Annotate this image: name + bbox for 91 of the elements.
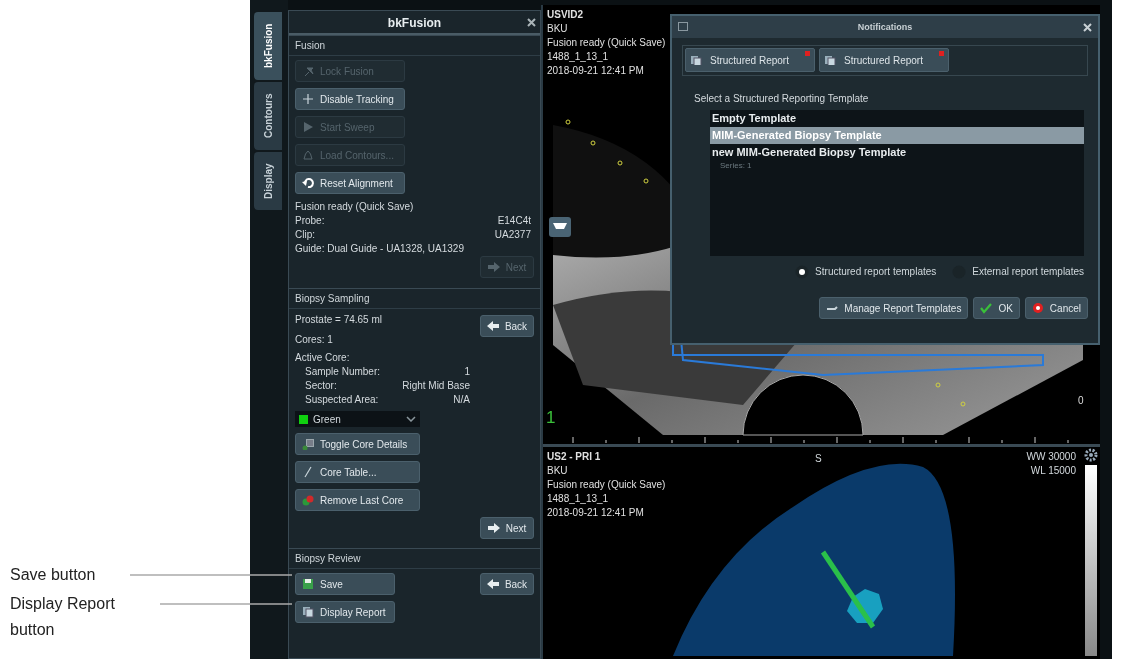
pin-icon xyxy=(302,65,314,77)
section-header: Fusion xyxy=(289,36,540,56)
record-icon xyxy=(1031,302,1044,314)
template-item[interactable]: Empty Template xyxy=(710,110,1084,127)
cores-count: Cores: 1 xyxy=(295,333,334,347)
arrow-left-icon xyxy=(486,321,499,331)
radio-button[interactable] xyxy=(795,264,810,279)
action-button[interactable]: Disable Tracking xyxy=(295,88,405,110)
info-value: E14C4t xyxy=(497,214,531,228)
floppy-icon xyxy=(302,578,314,590)
close-marker[interactable] xyxy=(939,51,944,56)
info-label: Probe: xyxy=(295,214,325,228)
close-icon[interactable] xyxy=(1083,23,1092,32)
side-tab[interactable]: bkFusion xyxy=(254,12,282,80)
slash-icon xyxy=(302,466,314,478)
overlay-text: Fusion ready (Quick Save) xyxy=(547,36,666,50)
template-item[interactable]: new MIM-Generated Biopsy Template xyxy=(710,144,1084,161)
active-core-label: Active Core: xyxy=(295,351,351,365)
documents-icon xyxy=(690,55,704,65)
template-subtitle: Series: 1 xyxy=(719,161,753,171)
report-tab[interactable]: Structured Report xyxy=(685,48,815,72)
overlay-text: BKU xyxy=(547,464,569,478)
action-button[interactable]: Core Table... xyxy=(295,461,420,483)
manage-templates-button[interactable]: Manage Report Templates xyxy=(819,297,969,319)
arrow-right-icon xyxy=(487,523,500,533)
overlay-text: 2018-09-21 12:41 PM xyxy=(547,506,645,520)
detail-label: Sector: xyxy=(305,379,337,393)
overlay-text: 1488_1_13_1 xyxy=(547,492,610,506)
section-header: Biopsy Sampling xyxy=(289,289,540,309)
action-button[interactable]: Remove Last Core xyxy=(295,489,420,511)
documents-icon xyxy=(824,55,838,65)
save-button[interactable]: Save xyxy=(295,573,395,595)
ok-button[interactable]: OK xyxy=(973,297,1020,319)
action-button[interactable]: Reset Alignment xyxy=(295,172,405,194)
cancel-button[interactable]: Cancel xyxy=(1024,297,1088,319)
cores-icon xyxy=(302,494,314,506)
radio-label: External report templates xyxy=(972,265,1084,279)
info-value: UA2377 xyxy=(494,228,531,242)
template-list[interactable]: Empty Template MIM-Generated Biopsy Template new MIM-Generated Biopsy Template Series: 1 xyxy=(710,110,1084,256)
callout-label: Save button xyxy=(10,565,97,585)
report-tab[interactable]: Structured Report xyxy=(819,48,949,72)
overlay-text: US2 - PRI 1 xyxy=(547,450,602,464)
window-icon xyxy=(678,22,688,31)
close-icon[interactable] xyxy=(527,18,536,27)
orientation-label: S xyxy=(815,452,822,466)
close-marker[interactable] xyxy=(805,51,810,56)
side-tab[interactable]: Display xyxy=(254,152,282,210)
detail-value: 1 xyxy=(464,365,470,379)
overlay-text: Fusion ready (Quick Save) xyxy=(547,478,666,492)
play-icon xyxy=(302,121,314,133)
action-button[interactable]: Toggle Core Details xyxy=(295,433,420,455)
panel-title: bkFusion xyxy=(387,16,442,30)
list-icon xyxy=(302,438,314,450)
window-level-text: WL 15000 xyxy=(1029,464,1076,478)
callout-label: Display Report button xyxy=(10,594,116,640)
marker-number: 1 xyxy=(546,407,556,429)
radio-label: Structured report templates xyxy=(815,265,937,279)
side-tab[interactable]: Contours xyxy=(254,82,282,150)
color-dropdown[interactable]: Green xyxy=(295,411,420,427)
back-button[interactable]: Back xyxy=(480,315,534,337)
dialog-title: Notifications xyxy=(857,22,913,32)
chevron-down-icon xyxy=(406,416,416,422)
dropdown-value: Green xyxy=(313,412,342,427)
probe-icon[interactable] xyxy=(549,217,571,237)
documents-icon xyxy=(302,606,314,618)
window-level-text: WW 30000 xyxy=(1026,450,1076,464)
gear-icon[interactable] xyxy=(1084,448,1098,462)
detail-label: Suspected Area: xyxy=(305,393,379,407)
check-icon xyxy=(980,302,993,314)
overlay-text: 2018-09-21 12:41 PM xyxy=(547,64,645,78)
detail-value: N/A xyxy=(453,393,470,407)
back-button[interactable]: Back xyxy=(480,573,534,595)
display-report-button[interactable]: Display Report xyxy=(295,601,395,623)
depth-label: 0 xyxy=(1078,394,1084,408)
section-header: Biopsy Review xyxy=(289,549,540,569)
prompt-text: Select a Structured Reporting Template xyxy=(694,92,870,106)
overlay-text: USVID2 xyxy=(547,8,585,22)
arrow-right-icon xyxy=(487,262,500,272)
prostate-volume: Prostate = 74.65 ml xyxy=(295,313,382,327)
detail-value: Right Mid Base xyxy=(402,379,470,393)
info-label: Clip: xyxy=(295,228,315,242)
bell-icon xyxy=(302,149,314,161)
overlay-text: 1488_1_13_1 xyxy=(547,50,610,64)
arrow-left-icon xyxy=(486,579,499,589)
guide-text: Guide: Dual Guide - UA1328, UA1329 xyxy=(295,242,465,256)
next-button[interactable]: Next xyxy=(480,517,534,539)
crosshair-icon xyxy=(302,93,314,105)
status-text: Fusion ready (Quick Save) xyxy=(295,200,415,214)
overlay-text: BKU xyxy=(547,22,569,36)
detail-label: Sample Number: xyxy=(305,365,381,379)
undo-icon xyxy=(302,177,314,189)
